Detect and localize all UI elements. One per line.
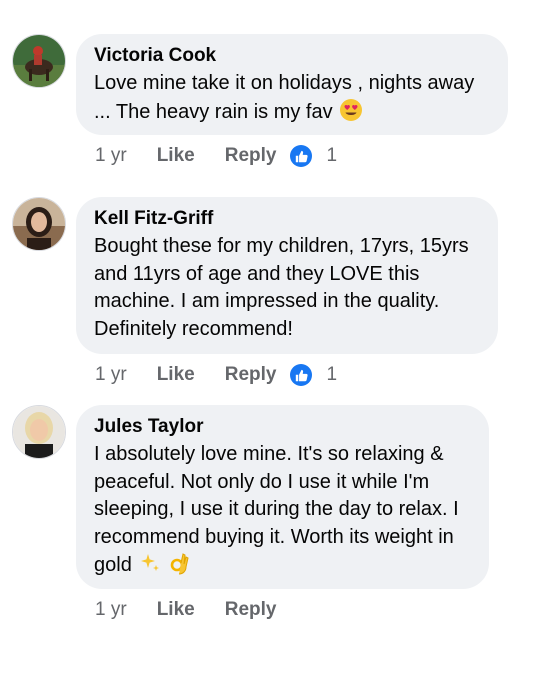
comment-actions: 1 yr Like Reply 1 — [95, 145, 337, 167]
like-button[interactable]: Like — [157, 599, 195, 621]
comment-timestamp[interactable]: 1 yr — [95, 364, 127, 386]
ok-hand-icon — [168, 551, 192, 580]
reply-button[interactable]: Reply — [225, 599, 277, 621]
reply-button[interactable]: Reply — [225, 364, 277, 386]
comment-text: Love mine take it on holidays , nights a… — [94, 72, 475, 123]
comment-bubble: Victoria Cook Love mine take it on holid… — [76, 34, 508, 135]
like-button[interactable]: Like — [157, 145, 195, 167]
heart-eyes-emoji-icon — [339, 98, 363, 127]
avatar[interactable] — [12, 405, 66, 459]
like-button[interactable]: Like — [157, 364, 195, 386]
comment-text: Bought these for my children, 17yrs, 15y… — [94, 235, 469, 340]
avatar[interactable] — [12, 34, 66, 88]
comment-author[interactable]: Kell Fitz-Griff — [94, 207, 480, 231]
reaction-count: 1 — [326, 364, 338, 385]
reaction-count: 1 — [326, 145, 338, 166]
comment-timestamp[interactable]: 1 yr — [95, 599, 127, 621]
reaction-summary[interactable]: 1 — [290, 145, 337, 167]
reply-button[interactable]: Reply — [225, 145, 277, 167]
comment-timestamp[interactable]: 1 yr — [95, 145, 127, 167]
reaction-summary[interactable]: 1 — [290, 364, 337, 386]
avatar[interactable] — [12, 197, 66, 251]
comment-author[interactable]: Jules Taylor — [94, 415, 471, 439]
comment-actions: 1 yr Like Reply 1 — [95, 364, 337, 386]
avatar-image — [13, 35, 65, 87]
sparkles-icon — [138, 551, 162, 580]
avatar-image — [13, 406, 65, 458]
like-icon — [290, 145, 313, 167]
like-icon — [290, 364, 313, 386]
comment-author[interactable]: Victoria Cook — [94, 44, 490, 68]
avatar-image — [13, 198, 65, 250]
comment-bubble: Jules Taylor I absolutely love mine. It'… — [76, 405, 489, 589]
comment-actions: 1 yr Like Reply — [95, 599, 276, 621]
comment-bubble: Kell Fitz-Griff Bought these for my chil… — [76, 197, 498, 354]
